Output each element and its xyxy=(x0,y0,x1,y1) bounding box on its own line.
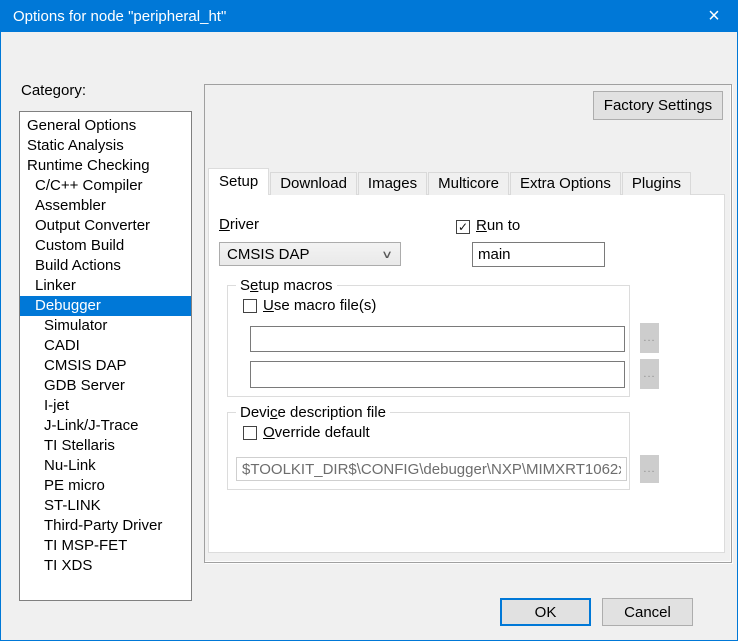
category-list-item[interactable]: TI MSP-FET xyxy=(20,536,191,556)
cancel-button[interactable]: Cancel xyxy=(602,598,693,626)
use-macro-files-label: Use macro file(s) xyxy=(263,297,376,314)
category-list-item[interactable]: Third-Party Driver xyxy=(20,516,191,536)
run-to-input[interactable] xyxy=(472,242,605,267)
category-label: Category: xyxy=(21,82,86,99)
category-list-item[interactable]: I-jet xyxy=(20,396,191,416)
category-list-item[interactable]: C/C++ Compiler xyxy=(20,176,191,196)
tab[interactable]: Multicore xyxy=(428,172,509,195)
driver-combobox-value: CMSIS DAP xyxy=(227,246,310,263)
category-list-item[interactable]: Output Converter xyxy=(20,216,191,236)
tab[interactable]: Extra Options xyxy=(510,172,621,195)
macro-file-input-1[interactable] xyxy=(250,326,625,352)
use-macro-files-checkbox[interactable] xyxy=(243,299,257,313)
browse-device-file-button[interactable]: ... xyxy=(640,455,659,483)
macro-file-input-2[interactable] xyxy=(250,361,625,388)
category-listbox[interactable]: General OptionsStatic AnalysisRuntime Ch… xyxy=(19,111,192,601)
browse-macro-file-1-button[interactable]: ... xyxy=(640,323,659,353)
category-list-item[interactable]: GDB Server xyxy=(20,376,191,396)
options-dialog: Options for node "peripheral_ht" × Categ… xyxy=(0,0,738,641)
category-list-item[interactable]: Debugger xyxy=(20,296,191,316)
override-default-checkbox[interactable] xyxy=(243,426,257,440)
device-description-group-title: Device description file xyxy=(236,404,390,421)
category-list-item[interactable]: PE micro xyxy=(20,476,191,496)
category-list-item[interactable]: TI Stellaris xyxy=(20,436,191,456)
tab[interactable]: Images xyxy=(358,172,427,195)
driver-label: Driver xyxy=(219,216,259,233)
category-list-item[interactable]: Static Analysis xyxy=(20,136,191,156)
factory-settings-button[interactable]: Factory Settings xyxy=(593,91,723,120)
ok-button[interactable]: OK xyxy=(500,598,591,626)
tab[interactable]: Plugins xyxy=(622,172,691,195)
category-list-item[interactable]: CMSIS DAP xyxy=(20,356,191,376)
device-file-input[interactable] xyxy=(236,457,627,481)
setup-tab-page: Driver CMSIS DAP ∨ ✓ Run to Setup macros… xyxy=(208,194,725,553)
category-list-item[interactable]: CADI xyxy=(20,336,191,356)
title-bar: Options for node "peripheral_ht" × xyxy=(1,1,737,32)
category-list-item[interactable]: Custom Build xyxy=(20,236,191,256)
category-list-item[interactable]: Linker xyxy=(20,276,191,296)
category-list-item[interactable]: Simulator xyxy=(20,316,191,336)
tab-strip: SetupDownloadImagesMulticoreExtra Option… xyxy=(208,168,692,195)
tab[interactable]: Setup xyxy=(208,168,269,195)
category-list-item[interactable]: Assembler xyxy=(20,196,191,216)
close-icon[interactable]: × xyxy=(691,1,737,32)
category-list-item[interactable]: J-Link/J-Trace xyxy=(20,416,191,436)
category-list-item[interactable]: ST-LINK xyxy=(20,496,191,516)
override-default-label: Override default xyxy=(263,424,370,441)
run-to-checkbox[interactable]: ✓ xyxy=(456,220,470,234)
device-description-group: Device description file Override default xyxy=(227,412,630,490)
category-list-item[interactable]: Runtime Checking xyxy=(20,156,191,176)
category-list-item[interactable]: TI XDS xyxy=(20,556,191,576)
setup-macros-group: Setup macros Use macro file(s) xyxy=(227,285,630,397)
driver-combobox[interactable]: CMSIS DAP ∨ xyxy=(219,242,401,266)
category-list-item[interactable]: Build Actions xyxy=(20,256,191,276)
tab[interactable]: Download xyxy=(270,172,357,195)
setup-macros-group-title: Setup macros xyxy=(236,277,337,294)
category-list-item[interactable]: General Options xyxy=(20,116,191,136)
chevron-down-icon: ∨ xyxy=(381,248,393,261)
dialog-title: Options for node "peripheral_ht" xyxy=(13,8,226,25)
run-to-label: Run to xyxy=(476,217,520,234)
category-list-item[interactable]: Nu-Link xyxy=(20,456,191,476)
browse-macro-file-2-button[interactable]: ... xyxy=(640,359,659,389)
